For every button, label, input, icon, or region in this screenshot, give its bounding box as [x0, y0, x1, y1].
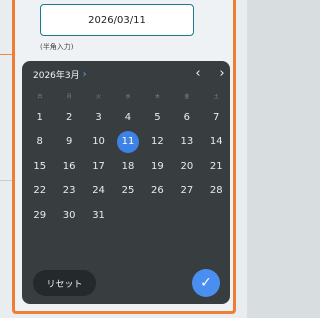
empty-day-cell — [143, 203, 172, 228]
day-cell[interactable]: 16 — [54, 154, 83, 179]
prev-month-button[interactable]: ‹ — [190, 65, 206, 81]
chevron-right-icon: › — [82, 69, 87, 80]
date-picker-popover: 2026年3月 › ‹ › 日 月 火 水 木 金 土 1 2 3 4 5 6 7 8 9 10 1… — [22, 61, 230, 304]
day-cell[interactable]: 15 — [25, 154, 54, 179]
day-cell[interactable]: 29 — [25, 203, 54, 228]
day-cell[interactable]: 20 — [172, 154, 201, 179]
reset-button-label: リセット — [46, 279, 83, 290]
reset-button[interactable]: リセット — [33, 270, 96, 296]
day-number: 16 — [62, 160, 76, 172]
check-icon: ✓ — [200, 275, 212, 291]
day-number: 21 — [209, 160, 223, 172]
day-number: 20 — [180, 160, 194, 172]
day-cell[interactable]: 17 — [84, 154, 113, 179]
day-number: 18 — [121, 160, 135, 172]
calendar-week: 29 30 31 — [25, 203, 231, 228]
day-number: 3 — [95, 111, 102, 123]
day-cell[interactable]: 9 — [54, 130, 83, 155]
day-number: 29 — [33, 209, 47, 221]
day-cell[interactable]: 28 — [202, 179, 231, 204]
day-number: 14 — [209, 136, 223, 148]
day-cell[interactable]: 18 — [113, 154, 142, 179]
calendar-week: 8 9 10 11 12 13 14 — [25, 130, 231, 155]
weekday-label: 日 — [37, 94, 43, 100]
day-cell[interactable]: 5 — [143, 105, 172, 130]
day-cell[interactable]: 4 — [113, 105, 142, 130]
chevron-left-icon: ‹ — [195, 65, 201, 81]
day-cell[interactable]: 12 — [143, 130, 172, 155]
calendar-week: 1 2 3 4 5 6 7 — [25, 105, 231, 130]
date-input-value: 2026/03/11 — [88, 14, 146, 26]
weekday-label: 土 — [213, 94, 219, 100]
day-cell[interactable]: 6 — [172, 105, 201, 130]
day-number: 23 — [62, 185, 76, 197]
day-cell[interactable]: 23 — [54, 179, 83, 204]
day-number: 5 — [154, 111, 161, 123]
next-month-button[interactable]: › — [214, 65, 230, 81]
day-cell[interactable]: 13 — [172, 130, 201, 155]
day-number: 2 — [65, 111, 73, 123]
day-cell[interactable]: 8 — [25, 130, 54, 155]
day-number: 9 — [65, 136, 73, 148]
day-number: 24 — [92, 185, 105, 197]
day-grid: 1 2 3 4 5 6 7 8 9 10 11 12 13 14 15 16 17 18 19 20 21 22 23 24 2… — [25, 105, 231, 228]
day-number: 27 — [180, 185, 194, 197]
day-number: 28 — [209, 185, 223, 197]
day-cell[interactable]: 14 — [202, 130, 231, 155]
day-cell[interactable]: 1 — [25, 105, 54, 130]
day-cell[interactable]: 26 — [143, 179, 172, 204]
divider — [0, 180, 12, 181]
chevron-right-icon: › — [219, 65, 225, 81]
empty-day-cell — [172, 203, 201, 228]
weekday-label: 水 — [125, 94, 131, 100]
day-number: 30 — [62, 209, 76, 221]
weekday-header: 日 月 火 水 木 金 土 — [25, 93, 231, 100]
weekday-label: 金 — [184, 94, 190, 100]
day-number: 4 — [124, 111, 132, 123]
confirm-button[interactable]: ✓ — [192, 269, 220, 297]
day-cell[interactable]: 27 — [172, 179, 201, 204]
day-number: 6 — [183, 111, 190, 123]
empty-day-cell — [113, 203, 142, 228]
day-cell[interactable]: 22 — [25, 179, 54, 204]
day-number: 15 — [33, 160, 47, 172]
day-number: 19 — [151, 160, 164, 172]
day-cell[interactable]: 7 — [202, 105, 231, 130]
day-cell[interactable]: 10 — [84, 130, 113, 155]
day-number: 7 — [213, 111, 220, 123]
weekday-label: 木 — [154, 94, 160, 100]
day-cell-selected[interactable]: 11 — [113, 130, 142, 155]
day-cell[interactable]: 31 — [84, 203, 113, 228]
day-number: 13 — [180, 136, 194, 148]
empty-day-cell — [202, 203, 231, 228]
weekday-label: 月 — [66, 94, 72, 100]
month-label: 2026年3月 — [33, 71, 80, 81]
day-number: 26 — [151, 185, 164, 197]
calendar-week: 22 23 24 25 26 27 28 — [25, 179, 231, 204]
day-cell[interactable]: 25 — [113, 179, 142, 204]
day-cell[interactable]: 30 — [54, 203, 83, 228]
day-number: 17 — [92, 160, 105, 172]
day-number: 25 — [121, 185, 135, 197]
day-number: 10 — [92, 136, 105, 148]
input-hint: (半角入力) — [40, 43, 74, 51]
day-cell[interactable]: 21 — [202, 154, 231, 179]
day-number: 11 — [116, 130, 139, 153]
day-number: 8 — [36, 136, 43, 148]
calendar-week: 15 16 17 18 19 20 21 — [25, 154, 231, 179]
day-cell[interactable]: 19 — [143, 154, 172, 179]
day-number: 12 — [151, 136, 164, 148]
day-cell[interactable]: 24 — [84, 179, 113, 204]
month-selector[interactable]: 2026年3月 › — [33, 68, 87, 81]
day-cell[interactable]: 2 — [54, 105, 83, 130]
day-number: 22 — [33, 185, 47, 197]
date-input[interactable]: 2026/03/11 — [40, 4, 194, 36]
weekday-label: 火 — [96, 94, 102, 100]
day-cell[interactable]: 3 — [84, 105, 113, 130]
day-number: 1 — [36, 111, 43, 123]
day-number: 31 — [92, 209, 105, 221]
